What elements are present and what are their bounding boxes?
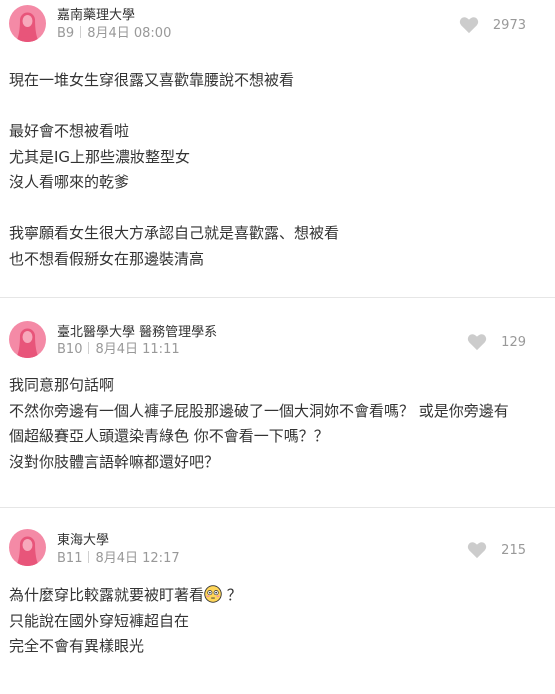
comment-line: 我寧願看女生很大方承認自己就是喜歡露、想被看 <box>9 224 340 242</box>
like-area: 129 <box>467 333 526 351</box>
comment-meta: B10 8月4日 11:11 <box>57 338 180 357</box>
comment-line: 沒對你肢體言語幹嘛都還好吧？ <box>9 452 220 471</box>
comment-body: 現在一堆女生穿很露又喜歡靠腰說不想被看 最好會不想被看啦 尤其是IG上那些濃妝整… <box>9 51 546 272</box>
comment-line: 也不想看假掰女在那邊裝清高 <box>9 249 205 268</box>
comment: 嘉南藥理大學 B9 8月4日 08:00 2973 現在一堆女生穿很露又喜歡靠腰說… <box>0 0 555 297</box>
avatar[interactable] <box>9 321 46 358</box>
flushed-face-emoji-icon <box>204 585 222 603</box>
comment: 臺北醫學大學 醫務管理學系 B10 8月4日 11:11 129 我同意那句話啊 … <box>0 297 555 507</box>
comment-meta: B9 8月4日 08:00 <box>57 22 171 41</box>
comment-line: 最好會不想被看啦 <box>9 122 130 140</box>
school-name[interactable]: 嘉南藥理大學 <box>57 4 135 23</box>
floor-number: B11 <box>57 551 83 566</box>
comment-body: 為什麼穿比較露就要被盯著看 ？ 只能說在國外穿短褲超自在 完全不會有異樣眼光 <box>9 573 546 660</box>
female-avatar-icon <box>16 536 39 566</box>
comment-line: 不然你旁邊有一個人褲子屁股那邊破了一個大洞妳不會看嗎？ 或是你旁邊有 <box>9 401 509 420</box>
like-count: 2973 <box>492 17 526 33</box>
comment-line <box>9 94 546 120</box>
comment-line: 個超級賽亞人頭還染青綠色 你不會看一下嗎？？ <box>9 427 329 445</box>
like-area: 215 <box>467 541 526 559</box>
comment-body: 我同意那句話啊 不然你旁邊有一個人褲子屁股那邊破了一個大洞妳不會看嗎？ 或是你旁… <box>9 363 546 475</box>
like-area: 2973 <box>459 16 526 34</box>
comment-line: 只能說在國外穿短褲超自在 <box>9 611 190 630</box>
like-count: 129 <box>501 334 526 350</box>
comment-line <box>9 196 546 222</box>
heart-icon[interactable] <box>459 16 479 34</box>
comment-line: 尤其是IG上那些濃妝整型女 <box>9 147 191 166</box>
avatar[interactable] <box>9 529 46 566</box>
floor-number: B10 <box>57 342 83 357</box>
like-count: 215 <box>501 542 526 558</box>
comment-text-suffix: ？ <box>222 586 242 604</box>
post-date: 8月4日 12:17 <box>95 551 180 566</box>
comment-header: 臺北醫學大學 醫務管理學系 B10 8月4日 11:11 129 <box>9 297 546 363</box>
female-avatar-icon <box>16 12 39 42</box>
divider <box>88 551 90 563</box>
divider <box>88 342 90 354</box>
comment-line: 為什麼穿比較露就要被盯著看 ？ <box>9 583 546 609</box>
comment-header: 嘉南藥理大學 B9 8月4日 08:00 2973 <box>9 0 546 51</box>
comment-line: 沒人看哪來的乾爹 <box>9 173 130 191</box>
avatar[interactable] <box>9 5 46 42</box>
comment-text: 為什麼穿比較露就要被盯著看 <box>9 586 205 604</box>
female-avatar-icon <box>16 328 39 358</box>
post-date: 8月4日 08:00 <box>87 26 172 41</box>
post-date: 8月4日 11:11 <box>95 342 180 357</box>
comment-meta: B11 8月4日 12:17 <box>57 547 180 566</box>
comment-line: 我同意那句話啊 <box>9 376 115 394</box>
comment-line: 完全不會有異樣眼光 <box>9 637 145 655</box>
heart-icon[interactable] <box>467 541 487 559</box>
school-name[interactable]: 東海大學 <box>57 529 109 548</box>
floor-number: B9 <box>57 26 75 41</box>
comment-line: 現在一堆女生穿很露又喜歡靠腰說不想被看 <box>9 71 295 89</box>
comment: 東海大學 B11 8月4日 12:17 215 為什麼穿比較露就要被盯著看 ？ 只… <box>0 507 555 694</box>
comment-header: 東海大學 B11 8月4日 12:17 215 <box>9 507 546 573</box>
heart-icon[interactable] <box>467 333 487 351</box>
divider <box>80 26 82 38</box>
